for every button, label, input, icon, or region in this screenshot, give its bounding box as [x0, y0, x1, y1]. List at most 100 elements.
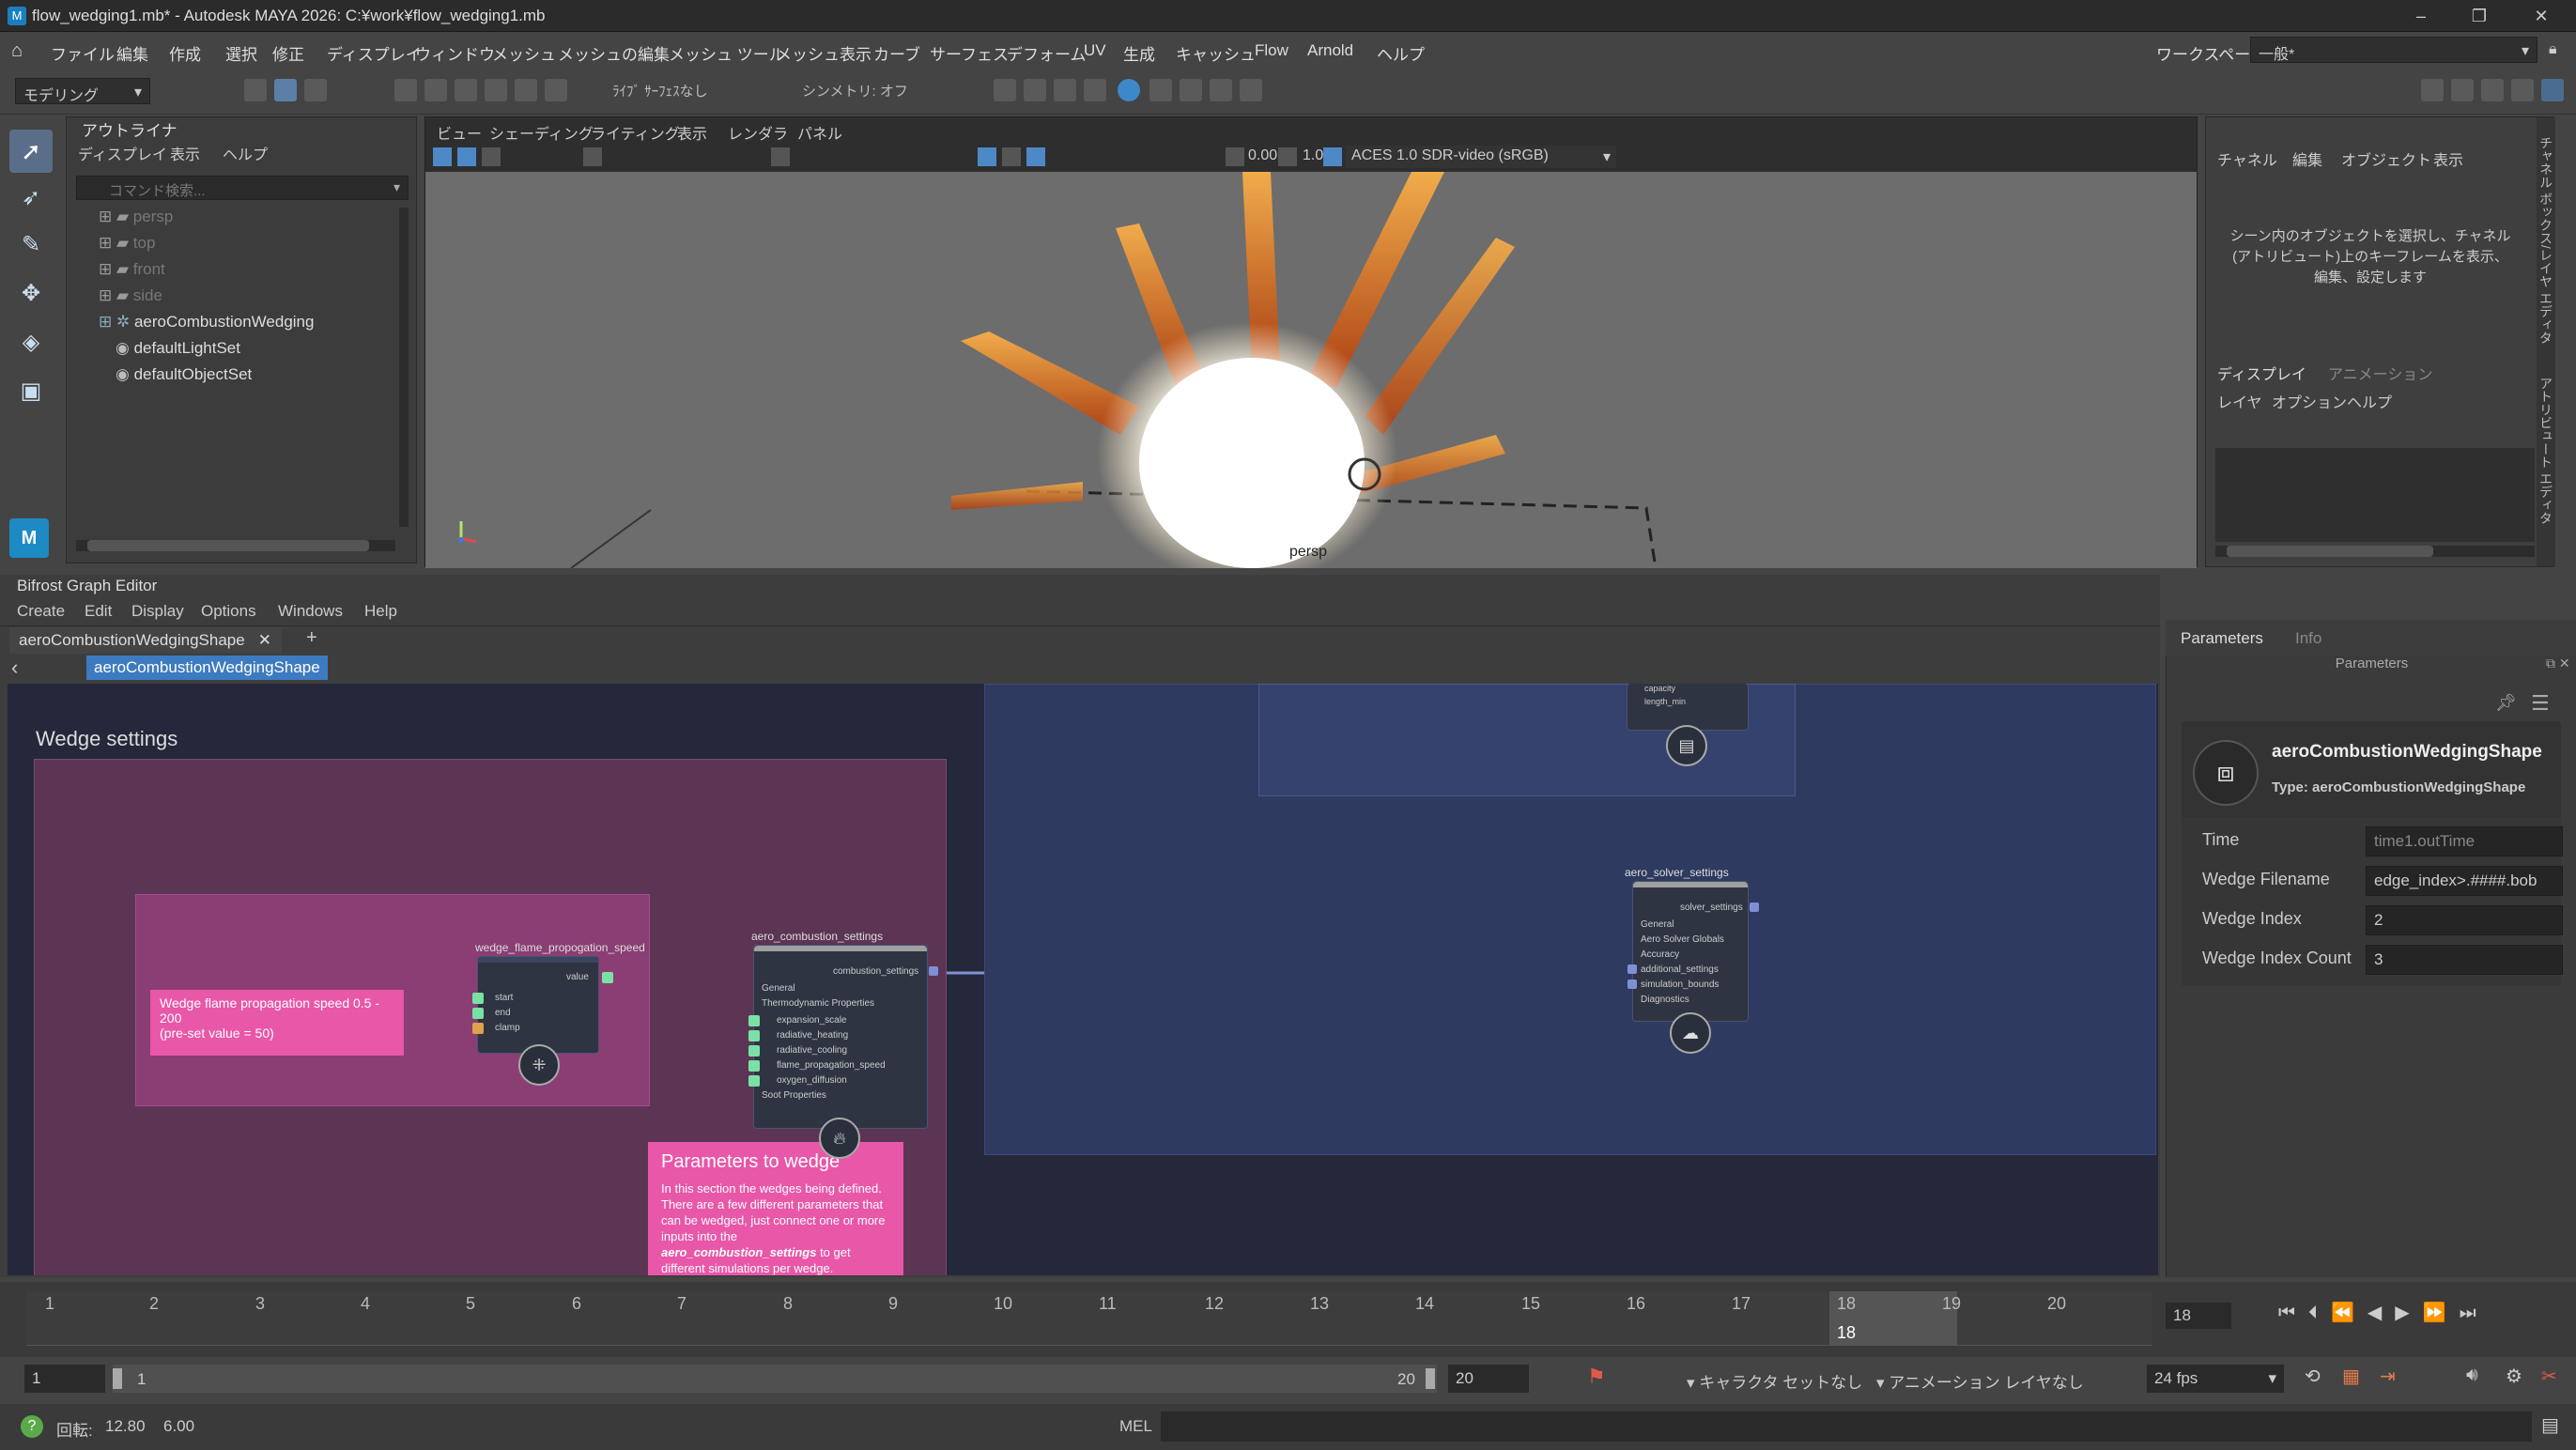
time-ruler[interactable]: 18	[26, 1291, 2152, 1346]
exposure-value[interactable]: 0.00	[1248, 147, 1277, 164]
port-oxygen[interactable]	[748, 1075, 760, 1087]
menu-mesh-display[interactable]: メッシュ表示	[776, 41, 872, 65]
play-forward-icon[interactable]: ▶	[2395, 1303, 2422, 1323]
port-cooling[interactable]	[748, 1045, 760, 1057]
script-editor-icon[interactable]: ▤	[2541, 1413, 2559, 1437]
add-tab-icon[interactable]: +	[306, 627, 317, 649]
graph-canvas[interactable]: Wedge settings Wedge flame propagation s…	[8, 684, 2158, 1275]
select-component-icon[interactable]	[304, 79, 327, 101]
arnold-render-icon[interactable]	[1118, 79, 1140, 101]
menu-edit-mesh[interactable]: メッシュの編集	[558, 41, 670, 65]
bake-icon[interactable]: ⇥	[2380, 1365, 2396, 1388]
help-icon[interactable]: ?	[21, 1415, 43, 1438]
modeling-toolkit-icon[interactable]	[2421, 79, 2444, 101]
viewport-canvas[interactable]: persp	[425, 172, 2197, 568]
bf-menu-display[interactable]: Display	[131, 602, 184, 621]
smooth-shade-icon[interactable]	[1002, 147, 1021, 166]
paint-select-icon[interactable]: ✎	[9, 224, 53, 267]
port-additional[interactable]	[1627, 964, 1637, 974]
script-type[interactable]: MEL	[1119, 1417, 1152, 1436]
play-back-icon[interactable]: ◀	[2368, 1303, 2395, 1323]
maximize-button[interactable]: ❐	[2462, 4, 2496, 28]
vp-menu-panels[interactable]: パネル	[797, 121, 842, 144]
vp-menu-lighting[interactable]: ライティング	[591, 121, 680, 144]
cache-icon[interactable]: ▦	[2342, 1365, 2360, 1388]
attribute-editor-icon[interactable]	[2481, 79, 2504, 101]
tab-info[interactable]: Info	[2295, 629, 2321, 648]
graph-tab[interactable]: aeroCombustionWedgingShape ✕	[9, 627, 282, 654]
menu-mesh-tools[interactable]: メッシュ ツール	[669, 41, 785, 65]
menu-create[interactable]: 作成	[169, 41, 201, 65]
cb-menu-edit[interactable]: 編集	[2292, 147, 2322, 170]
menu-file[interactable]: ファイル	[51, 41, 115, 65]
color-management-icon[interactable]	[1323, 147, 1342, 166]
cb-menu-channels[interactable]: チャネル	[2217, 147, 2277, 170]
symmetry-label[interactable]: シンメトリ: オフ	[802, 81, 908, 100]
tab-animation[interactable]: アニメーション	[2328, 362, 2432, 384]
outliner-vscrollbar[interactable]	[399, 208, 409, 527]
outliner-item-aero[interactable]: ⊞ ✲ aeroCombustionWedging	[99, 313, 314, 339]
arnold-view-icon[interactable]	[1149, 79, 1172, 101]
parameters-note[interactable]: Parameters to wedge In this section the …	[648, 1142, 903, 1275]
select-hierarchy-icon[interactable]	[244, 79, 267, 101]
workspace-dropdown[interactable]: 一般* ▾	[2250, 37, 2537, 63]
port-value[interactable]	[602, 972, 613, 983]
wedge-filename-field[interactable]: edge_index>.####.bob	[2366, 866, 2563, 896]
step-back-icon[interactable]: ⏴	[2308, 1303, 2331, 1323]
row-additional[interactable]: additional_settings	[1641, 964, 1719, 975]
menu-uv[interactable]: UV	[1084, 41, 1106, 60]
range-handle-start[interactable]	[113, 1368, 122, 1389]
wireframe-icon[interactable]	[978, 147, 996, 166]
command-line-input[interactable]	[1161, 1411, 2532, 1442]
layer-list[interactable]	[2215, 448, 2535, 542]
render-settings-icon[interactable]	[1084, 79, 1106, 101]
cb-menu-object[interactable]: オブジェクト	[2341, 147, 2431, 170]
scale-tool-icon[interactable]: ▣	[9, 370, 53, 413]
port-bounds[interactable]	[1627, 980, 1637, 989]
snap-point-icon[interactable]	[455, 79, 477, 101]
snap-view-icon[interactable]	[485, 79, 507, 101]
port-end[interactable]	[472, 1008, 484, 1019]
vp-menu-show[interactable]: 表示	[677, 121, 707, 144]
lock-icon[interactable]: 🔒︎	[2549, 41, 2557, 58]
close-tab-icon[interactable]: ✕	[258, 631, 271, 649]
range-end-field[interactable]: 20	[1448, 1365, 1529, 1393]
row-bounds[interactable]: simulation_bounds	[1641, 980, 1719, 990]
go-to-start-icon[interactable]: ⏮	[2278, 1303, 2308, 1323]
row-accuracy[interactable]: Accuracy	[1641, 949, 1679, 960]
anim-layer-dropdown[interactable]: ▾ アニメーション レイヤなし	[1871, 1365, 2087, 1393]
textured-icon[interactable]	[1026, 147, 1045, 166]
select-object-icon[interactable]	[274, 79, 297, 101]
time-field[interactable]: time1.outTime	[2366, 826, 2563, 856]
pin-icon[interactable]: 📌︎	[2495, 693, 2517, 713]
minimize-button[interactable]: –	[2404, 4, 2438, 28]
tool-settings-icon[interactable]	[2511, 79, 2534, 101]
row-soot[interactable]: Soot Properties	[762, 1090, 826, 1101]
tab-parameters[interactable]: Parameters	[2181, 629, 2263, 648]
sound-icon[interactable]: 🔊︎	[2466, 1365, 2478, 1386]
gamma-icon[interactable]	[1278, 147, 1297, 166]
flame-speed-note[interactable]: Wedge flame propagation speed 0.5 - 200 …	[150, 990, 404, 1056]
bf-menu-edit[interactable]: Edit	[85, 602, 112, 621]
layer-menu-help[interactable]: ヘルプ	[2347, 390, 2392, 412]
ipr-render-icon[interactable]	[1054, 79, 1076, 101]
snap-surface-icon[interactable]	[515, 79, 537, 101]
exposure-icon[interactable]	[1226, 147, 1244, 166]
outliner-menu-help[interactable]: ヘルプ	[223, 142, 268, 164]
port-expansion[interactable]	[748, 1015, 760, 1026]
outliner-item-top[interactable]: ⊞ ▰ top	[99, 234, 155, 260]
time-slider[interactable]: 18 18 ⏮⏴⏪◀▶⏩⏭	[0, 1282, 2576, 1357]
row-general[interactable]: General	[1641, 919, 1674, 930]
side-tab-attribute-editor[interactable]: アトリビュート エディタ	[2538, 377, 2553, 525]
snap-curve-icon[interactable]	[424, 79, 447, 101]
film-gate-icon[interactable]	[771, 147, 790, 166]
color-space-dropdown[interactable]: ACES 1.0 SDR-video (sRGB) ▾	[1346, 146, 1616, 168]
port-clamp[interactable]	[472, 1023, 484, 1034]
range-start-field[interactable]: 1	[24, 1365, 105, 1393]
hamburger-menu-icon[interactable]: ☰	[2531, 691, 2550, 716]
maya-menu-icon[interactable]: M	[9, 518, 49, 558]
mode-dropdown[interactable]: モデリング ▾	[15, 78, 150, 104]
go-to-end-icon[interactable]: ⏭	[2460, 1303, 2490, 1323]
current-frame-field[interactable]: 18	[2166, 1303, 2231, 1329]
port-flame[interactable]	[748, 1060, 760, 1072]
